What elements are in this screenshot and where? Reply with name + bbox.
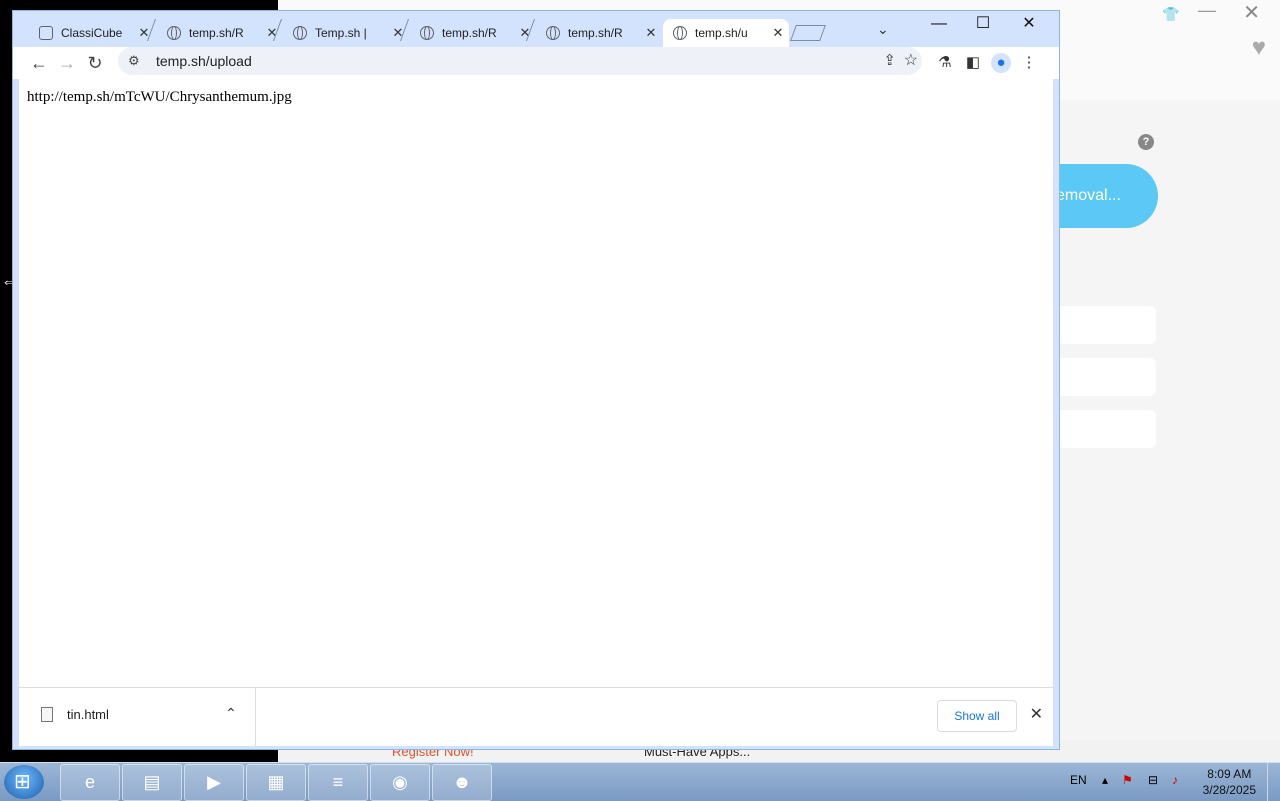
download-filename[interactable]: tin.html (67, 707, 109, 722)
clock-date: 3/28/2025 (1202, 783, 1256, 797)
close-download-bar-icon[interactable]: ✕ (1030, 704, 1043, 724)
internet-explorer-icon[interactable]: e (60, 764, 120, 801)
clock-time: 8:09 AM (1207, 767, 1252, 781)
tab-temp-sh[interactable]: temp.sh/R ✕ (525, 19, 658, 47)
tab-temp-sh-home[interactable]: Temp.sh | ✕ (272, 19, 405, 47)
url-text[interactable]: temp.sh/upload (156, 53, 252, 69)
flag-icon[interactable]: ⚑ (1122, 773, 1133, 787)
html-file-icon (41, 707, 53, 722)
file-explorer-icon[interactable]: ▤ (122, 764, 182, 801)
tab-title: ClassiCube (61, 26, 123, 40)
tab-temp-sh[interactable]: temp.sh/R ✕ (146, 19, 279, 47)
chevron-up-icon[interactable]: ⌃ (225, 705, 237, 722)
tab-classicube[interactable]: ClassiCube ✕ (29, 19, 151, 47)
forward-arrow-icon[interactable]: → (55, 51, 79, 75)
globe-icon (167, 26, 181, 40)
download-bar: tin.html ⌃ Show all ✕ (19, 687, 1053, 746)
globe-icon (546, 26, 560, 40)
media-player-icon[interactable]: ▶ (184, 764, 244, 801)
menu-kebab-icon[interactable]: ⋮ (1019, 53, 1039, 73)
uploaded-file-url: http://temp.sh/mTcWU/Chrysanthemum.jpg (27, 89, 292, 105)
control-panel-icon[interactable]: ▦ (246, 764, 306, 801)
cube-icon (39, 26, 53, 40)
background-input-field[interactable] (1056, 358, 1156, 396)
page-content: http://temp.sh/mTcWU/Chrysanthemum.jpg (19, 79, 1053, 687)
tab-title: temp.sh/R (442, 26, 497, 40)
tab-temp-sh[interactable]: temp.sh/R ✕ (399, 19, 532, 47)
close-icon[interactable]: ✕ (1243, 0, 1260, 25)
show-desktop-button[interactable] (1267, 763, 1280, 801)
clock[interactable]: 8:09 AM 3/28/2025 (1203, 766, 1256, 798)
browser-toolbar: ← → ↻ ⚙ temp.sh/upload ⇪ ☆ ⚗ ◧ ● ⋮ (13, 47, 1059, 79)
tray-expand-icon[interactable]: ▴ (1102, 773, 1108, 787)
close-tab-icon[interactable]: ✕ (771, 25, 785, 41)
address-bar[interactable]: ⚙ temp.sh/upload ⇪ ☆ (118, 47, 922, 75)
download-item[interactable]: tin.html ⌃ (19, 688, 256, 746)
tab-title: temp.sh/R (568, 26, 623, 40)
share-icon[interactable]: ⇪ (883, 51, 896, 69)
close-tab-icon[interactable]: ✕ (644, 25, 658, 41)
tab-strip: ClassiCube ✕ temp.sh/R ✕ Temp.sh | ✕ tem… (13, 11, 1059, 47)
background-input-field[interactable] (1056, 306, 1156, 344)
new-tab-button[interactable] (790, 25, 826, 41)
globe-icon (420, 26, 434, 40)
browser-window: ClassiCube ✕ temp.sh/R ✕ Temp.sh | ✕ tem… (12, 10, 1060, 750)
back-arrow-icon[interactable]: ← (27, 51, 51, 75)
tab-title: temp.sh/R (189, 26, 244, 40)
tab-temp-sh-upload[interactable]: temp.sh/u ✕ (663, 19, 789, 47)
heart-icon[interactable]: ♥ (1252, 34, 1266, 62)
user-shield-icon[interactable]: ☻ (432, 764, 492, 801)
close-window-button[interactable]: ✕ (1007, 13, 1051, 37)
question-icon[interactable]: ? (1138, 134, 1154, 150)
profile-avatar-icon[interactable]: ● (991, 53, 1011, 73)
globe-icon (673, 26, 687, 40)
bookmark-star-icon[interactable]: ☆ (904, 50, 918, 70)
tab-title: Temp.sh | (315, 26, 367, 40)
side-panel-icon[interactable]: ◧ (963, 53, 983, 73)
site-info-icon[interactable]: ⚙ (128, 53, 150, 69)
maximize-window-button[interactable]: ☐ (961, 13, 1005, 37)
database-icon[interactable]: ≡ (308, 764, 368, 801)
background-input-field[interactable] (1056, 410, 1156, 448)
chrome-icon[interactable]: ◉ (370, 764, 430, 801)
network-icon[interactable]: ⊟ (1148, 773, 1158, 787)
start-button[interactable] (4, 765, 44, 799)
volume-icon[interactable]: ♪ (1172, 773, 1178, 787)
chevron-down-icon[interactable]: ⌄ (877, 21, 889, 38)
shirt-icon[interactable]: 👕 (1162, 6, 1179, 22)
labs-flask-icon[interactable]: ⚗ (935, 53, 955, 73)
language-indicator[interactable]: EN (1070, 773, 1087, 787)
minimize-window-button[interactable]: — (917, 13, 961, 37)
tab-title: temp.sh/u (695, 26, 748, 40)
show-all-button[interactable]: Show all (937, 700, 1017, 732)
taskbar: e ▤ ▶ ▦ ≡ ◉ ☻ EN ▴ ⚑ ⊟ ♪ 8:09 AM 3/28/20… (0, 762, 1280, 801)
minimize-icon[interactable]: — (1198, 0, 1216, 21)
reload-icon[interactable]: ↻ (83, 51, 107, 75)
globe-icon (293, 26, 307, 40)
